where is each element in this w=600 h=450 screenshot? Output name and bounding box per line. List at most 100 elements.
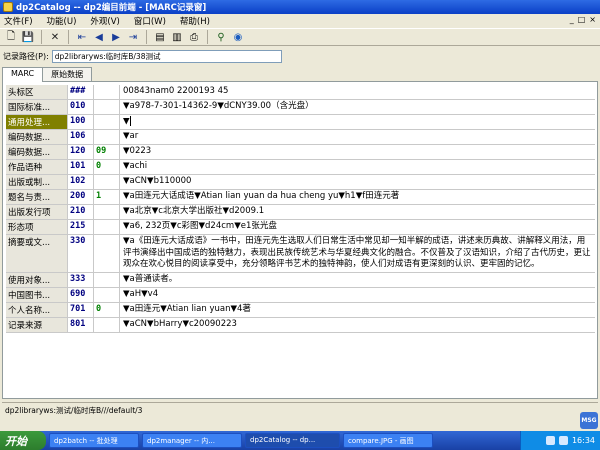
marc-field-row[interactable]: 摘要或文... 330 ▼a《田连元大话成语》一书中，田连元先生选取人们日常生活… <box>6 235 595 273</box>
field-value[interactable]: ▼achi <box>120 160 595 174</box>
field-indicator[interactable] <box>94 205 120 219</box>
search-icon[interactable]: ⚲ <box>214 30 228 44</box>
field-value[interactable]: ▼a普通读者。 <box>120 273 595 287</box>
field-tag[interactable]: 200 <box>68 190 94 204</box>
field-value[interactable]: 00843nam0 2200193 45 <box>120 85 595 99</box>
marc-field-row-selected[interactable]: 通用处理... 100 ▼ <box>6 115 595 130</box>
field-tag[interactable]: 210 <box>68 205 94 219</box>
menu-window[interactable]: 窗口(W) <box>134 15 166 27</box>
taskbar: 开始 dp2batch -- 批处理 dp2manager -- 内... dp… <box>0 431 600 450</box>
field-indicator[interactable] <box>94 175 120 189</box>
toolbar: 🗋 💾 ✕ ⇤ ◀ ▶ ⇥ ▤ ▥ ⎙ ⚲ ◉ <box>0 28 600 46</box>
field-tag[interactable]: 100 <box>68 115 94 129</box>
field-tag[interactable]: ### <box>68 85 94 99</box>
marc-field-row[interactable]: 国际标准... 010 ▼a978-7-301-14362-9▼dCNY39.0… <box>6 100 595 115</box>
marc-field-row[interactable]: 出版或制... 102 ▼aCN▼b110000 <box>6 175 595 190</box>
field-value[interactable]: ▼aCN▼b110000 <box>120 175 595 189</box>
field-indicator[interactable] <box>94 317 120 332</box>
first-record-icon[interactable]: ⇤ <box>75 30 89 44</box>
field-indicator[interactable] <box>94 272 120 287</box>
marc-field-row[interactable]: 编码数据... 120 09 ▼0223 <box>6 145 595 160</box>
marc-field-row[interactable]: 个人名称... 701 0 ▼a田连元▼Atian lian yuan▼4著 <box>6 302 595 318</box>
field-tag[interactable]: 106 <box>68 130 94 144</box>
start-button[interactable]: 开始 <box>0 431 46 450</box>
taskbar-item-active[interactable]: dp2Catalog -- dp... <box>245 433 340 448</box>
field-value[interactable]: ▼a田连元大话成语▼Atian lian yuan da hua cheng y… <box>120 190 595 204</box>
mdi-restore-button[interactable]: □ <box>578 15 586 24</box>
tray-icon[interactable] <box>558 436 568 445</box>
marc-field-row[interactable]: 出版发行项 210 ▼a北京▼c北京大学出版社▼d2009.1 <box>6 205 595 220</box>
field-indicator[interactable]: 0 <box>94 302 120 317</box>
field-indicator[interactable] <box>94 85 120 99</box>
field-tag[interactable]: 690 <box>68 287 94 302</box>
delete-icon[interactable]: ✕ <box>48 30 62 44</box>
field-tag[interactable]: 215 <box>68 220 94 234</box>
field-tag[interactable]: 330 <box>68 235 94 272</box>
marc-field-row[interactable]: 记录来源 801 ▼aCN▼bHarry▼c20090223 <box>6 317 595 333</box>
marc-field-row[interactable]: 使用对象... 333 ▼a普通读者。 <box>6 272 595 288</box>
field-value[interactable]: ▼ <box>120 115 595 129</box>
next-record-icon[interactable]: ▶ <box>109 30 123 44</box>
field-value[interactable]: ▼0223 <box>120 145 595 159</box>
field-tag[interactable]: 101 <box>68 160 94 174</box>
field-tag[interactable]: 701 <box>68 302 94 317</box>
field-value[interactable]: ▼a978-7-301-14362-9▼dCNY39.00（含光盘） <box>120 100 595 114</box>
field-indicator[interactable] <box>94 100 120 114</box>
tab-raw-data[interactable]: 原始数据 <box>42 67 93 81</box>
field-name: 形态项 <box>6 220 68 234</box>
print-icon[interactable]: ⎙ <box>187 30 201 44</box>
load-template-icon[interactable]: ▤ <box>153 30 167 44</box>
field-tag[interactable]: 333 <box>68 272 94 287</box>
marc-field-row[interactable]: 题名与责... 200 1 ▼a田连元大话成语▼Atian lian yuan … <box>6 190 595 205</box>
taskbar-item[interactable]: dp2batch -- 批处理 <box>49 433 139 448</box>
field-value[interactable]: ▼aCN▼bHarry▼c20090223 <box>120 318 595 332</box>
field-tag[interactable]: 120 <box>68 145 94 159</box>
field-name: 通用处理... <box>6 115 68 129</box>
save-icon[interactable]: 💾 <box>21 30 35 44</box>
menu-function[interactable]: 功能(U) <box>47 15 77 27</box>
text-cursor <box>129 116 131 126</box>
msn-icon[interactable]: MSG <box>580 412 598 429</box>
field-tag[interactable]: 102 <box>68 175 94 189</box>
field-indicator[interactable] <box>94 287 120 302</box>
field-value[interactable]: ▼ar <box>120 130 595 144</box>
toolbar-separator <box>146 30 147 44</box>
toolbar-separator <box>207 30 208 44</box>
save-template-icon[interactable]: ▥ <box>170 30 184 44</box>
mdi-close-button[interactable]: × <box>589 15 596 24</box>
marc-field-row[interactable]: 头标区 ### 00843nam0 2200193 45 <box>6 85 595 100</box>
tray-icon[interactable] <box>545 436 555 445</box>
field-indicator[interactable]: 0 <box>94 160 120 174</box>
prev-record-icon[interactable]: ◀ <box>92 30 106 44</box>
field-indicator[interactable]: 1 <box>94 190 120 204</box>
field-indicator[interactable] <box>94 235 120 272</box>
web-icon[interactable]: ◉ <box>231 30 245 44</box>
field-indicator[interactable] <box>94 115 120 129</box>
last-record-icon[interactable]: ⇥ <box>126 30 140 44</box>
menu-help[interactable]: 帮助(H) <box>180 15 210 27</box>
field-value[interactable]: ▼a田连元▼Atian lian yuan▼4著 <box>120 303 595 317</box>
field-tag[interactable]: 801 <box>68 317 94 332</box>
record-path-input[interactable] <box>51 49 282 63</box>
field-value[interactable]: ▼a6, 232页▼c彩图▼d24cm▼e1张光盘 <box>120 220 595 234</box>
field-indicator[interactable]: 09 <box>94 145 120 159</box>
marc-field-row[interactable]: 作品语种 101 0 ▼achi <box>6 160 595 175</box>
field-name: 编码数据... <box>6 130 68 144</box>
field-indicator[interactable] <box>94 130 120 144</box>
marc-field-row[interactable]: 形态项 215 ▼a6, 232页▼c彩图▼d24cm▼e1张光盘 <box>6 220 595 235</box>
menu-file[interactable]: 文件(F) <box>4 15 33 27</box>
taskbar-item[interactable]: dp2manager -- 内... <box>142 433 242 448</box>
marc-field-row[interactable]: 编码数据... 106 ▼ar <box>6 130 595 145</box>
taskbar-item[interactable]: compare.JPG - 画图 <box>343 433 433 448</box>
field-tag[interactable]: 010 <box>68 100 94 114</box>
menu-view[interactable]: 外观(V) <box>90 15 119 27</box>
field-name: 出版或制... <box>6 175 68 189</box>
new-icon[interactable]: 🗋 <box>4 30 18 44</box>
marc-field-row[interactable]: 中国图书... 690 ▼aH▼v4 <box>6 287 595 303</box>
field-value[interactable]: ▼a《田连元大话成语》一书中，田连元先生选取人们日常生活中常见却一知半解的成语，… <box>120 235 595 272</box>
mdi-minimize-button[interactable]: _ <box>570 15 574 24</box>
field-value[interactable]: ▼a北京▼c北京大学出版社▼d2009.1 <box>120 205 595 219</box>
field-value[interactable]: ▼aH▼v4 <box>120 288 595 302</box>
field-indicator[interactable] <box>94 220 120 234</box>
tab-marc[interactable]: MARC <box>2 67 44 82</box>
